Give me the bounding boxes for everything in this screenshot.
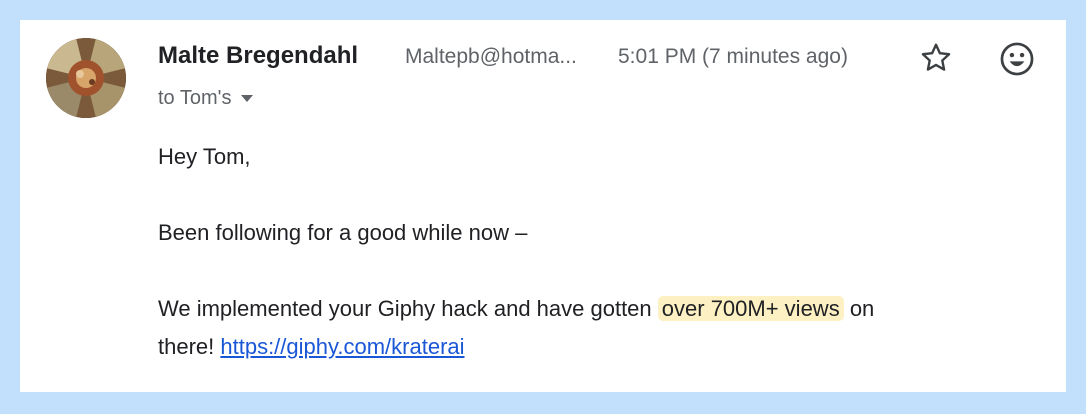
body-line-2-start: We implemented your Giphy hack and have …	[158, 296, 658, 321]
body-line-3: there! https://giphy.com/kraterai	[158, 328, 1038, 366]
sender-name[interactable]: Malte Bregendahl	[158, 42, 358, 70]
star-outline-icon	[921, 43, 951, 71]
caret-down-icon	[241, 95, 254, 102]
body-line-3-start: there!	[158, 334, 221, 359]
emoji-react-icon	[1000, 42, 1034, 76]
sender-avatar[interactable]	[46, 38, 126, 118]
email-message-card: Malte Bregendahl Maltepb@hotma... 5:01 P…	[20, 20, 1066, 392]
message-timestamp: 5:01 PM (7 minutes ago)	[618, 45, 848, 68]
greeting-line: Hey Tom,	[158, 144, 251, 169]
body-line-2: We implemented your Giphy hack and have …	[158, 290, 1038, 328]
add-reaction-button[interactable]	[998, 40, 1036, 78]
star-button[interactable]	[918, 40, 954, 76]
giphy-link[interactable]: https://giphy.com/kraterai	[220, 334, 464, 359]
highlighted-text: over 700M+ views	[657, 296, 844, 321]
body-line-1: Been following for a good while now –	[158, 220, 528, 245]
recipients-toggle[interactable]: to Tom's	[158, 87, 254, 110]
message-body: Hey Tom, Been following for a good while…	[158, 138, 1038, 366]
sender-email[interactable]: Maltepb@hotma...	[405, 45, 605, 69]
body-line-2-end: on	[843, 296, 875, 321]
recipients-label: to Tom's	[158, 87, 232, 109]
